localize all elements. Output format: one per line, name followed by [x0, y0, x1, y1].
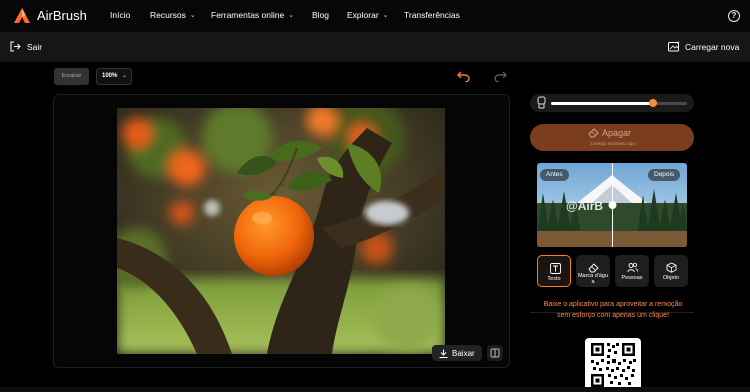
fit-button[interactable]: Encaixar	[54, 68, 89, 85]
tool-object-button[interactable]: Objeto	[654, 255, 688, 287]
object-icon	[666, 262, 677, 273]
tool-text-label: Texto	[547, 276, 561, 282]
top-navigation: AirBrush Início Recursos ⌄ Ferramentas on…	[0, 0, 750, 32]
chevron-down-icon: ⌄	[189, 12, 196, 19]
brush-size-slider-handle[interactable]	[649, 99, 657, 107]
app-promo-text: Baixe o aplicativo para aproveitar a rem…	[543, 301, 683, 319]
zoom-select[interactable]: 100% ⌄	[96, 68, 132, 85]
redo-icon[interactable]	[494, 71, 507, 82]
brush-size-icon	[537, 96, 546, 109]
upload-image-icon	[668, 41, 680, 52]
chevron-down-icon: ⌄	[288, 12, 295, 19]
nav-item-explorar[interactable]: Explorar ⌄	[347, 10, 389, 20]
tool-watermark-label: Marca d'águ a	[577, 273, 609, 285]
app-download-qr-code	[585, 338, 641, 387]
eraser-icon	[588, 128, 599, 138]
nav-item-ferramentas[interactable]: Ferramentas online ⌄	[211, 10, 294, 20]
exit-label: Sair	[27, 41, 43, 52]
nav-item-blog[interactable]: Blog	[312, 10, 329, 20]
tool-object-label: Objeto	[662, 275, 680, 281]
before-label: Antes	[540, 169, 569, 181]
upload-new-label: Carregar nova	[685, 41, 740, 52]
editor-toolbar	[0, 32, 750, 62]
download-label: Baixar	[452, 348, 475, 358]
compare-icon	[490, 348, 500, 358]
text-icon	[550, 263, 561, 274]
tool-text-button[interactable]: Texto	[537, 255, 571, 287]
upload-new-button[interactable]: Carregar nova	[668, 41, 739, 52]
chevron-down-icon: ⌄	[382, 12, 389, 19]
tool-people-label: Pessoas	[621, 275, 643, 281]
brush-size-slider-fill	[551, 102, 653, 105]
chevron-down-icon: ⌄	[121, 73, 127, 79]
erase-subtext: 4 tempo estimado aqui	[590, 141, 636, 146]
zoom-value: 100%	[102, 73, 118, 79]
brand-name[interactable]: AirBrush	[37, 8, 87, 23]
exit-icon	[10, 41, 21, 52]
erase-label: Apagar	[602, 128, 632, 138]
edited-photo[interactable]	[117, 108, 445, 354]
nav-item-inicio[interactable]: Início	[110, 10, 130, 20]
watermark-icon	[588, 263, 599, 273]
compare-toggle-button[interactable]	[487, 345, 503, 361]
watermark-sample-text: @AirB	[566, 199, 604, 213]
nav-item-recursos[interactable]: Recursos ⌄	[150, 10, 196, 20]
exit-button[interactable]: Sair	[10, 41, 42, 52]
qr-code-icon	[591, 343, 636, 387]
help-icon[interactable]: ?	[728, 10, 740, 22]
download-button[interactable]: Baixar	[432, 345, 482, 361]
tool-people-button[interactable]: Pessoas	[615, 255, 649, 287]
download-icon	[439, 349, 448, 358]
people-icon	[627, 262, 638, 273]
after-label: Depois	[648, 169, 681, 181]
tool-watermark-button[interactable]: Marca d'águ a	[576, 255, 610, 287]
nav-item-transferencias[interactable]: Transferências	[404, 10, 460, 20]
undo-icon[interactable]	[457, 71, 470, 82]
airbrush-logo-icon[interactable]	[13, 7, 31, 24]
